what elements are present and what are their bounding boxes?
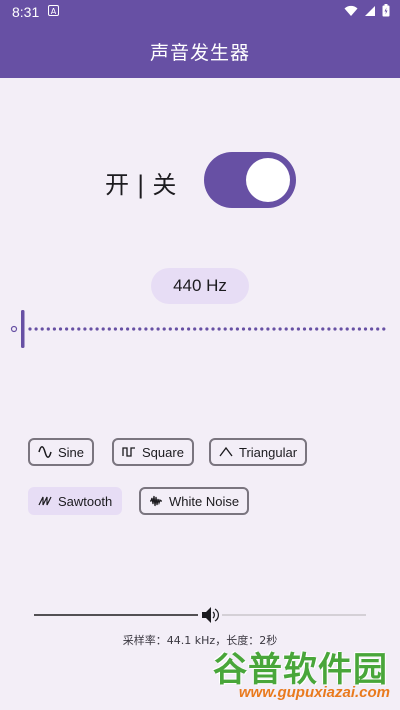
frequency-slider-tick[interactable] xyxy=(52,327,57,331)
frequency-value-chip: 440 Hz xyxy=(151,268,249,304)
sawtooth-wave-icon xyxy=(38,496,52,506)
status-time: 8:31 xyxy=(12,4,40,20)
frequency-slider-tick[interactable] xyxy=(266,327,270,331)
triangle-wave-icon xyxy=(219,446,233,457)
sample-info-text: 采样率：44.1 kHz，长度：2秒 xyxy=(122,634,278,647)
frequency-slider-tick[interactable] xyxy=(174,327,178,331)
frequency-slider-tick[interactable] xyxy=(199,327,203,331)
speaker-icon[interactable] xyxy=(202,607,219,623)
frequency-slider[interactable] xyxy=(0,308,400,350)
frequency-slider-tick[interactable] xyxy=(113,327,117,331)
waveform-triangular-button[interactable]: Triangular xyxy=(209,438,308,466)
waveform-square-button[interactable]: Square xyxy=(112,438,194,466)
frequency-slider-tick[interactable] xyxy=(309,327,313,331)
waveform-triangular-label: Triangular xyxy=(239,444,298,460)
frequency-slider-tick[interactable] xyxy=(95,327,99,331)
frequency-slider-tick[interactable] xyxy=(150,327,154,331)
frequency-slider-tick[interactable] xyxy=(382,327,386,331)
frequency-slider-tick[interactable] xyxy=(223,327,227,331)
frequency-slider-tick[interactable] xyxy=(28,327,32,331)
frequency-slider-tick[interactable] xyxy=(77,327,81,331)
frequency-slider-tick[interactable] xyxy=(83,327,87,331)
frequency-slider-tick[interactable] xyxy=(321,327,325,331)
frequency-slider-tick[interactable] xyxy=(272,327,276,331)
frequency-slider-tick[interactable] xyxy=(260,327,264,331)
frequency-slider-tick[interactable] xyxy=(235,327,239,331)
frequency-slider-tick[interactable] xyxy=(211,327,215,331)
frequency-slider-tick[interactable] xyxy=(290,327,294,331)
frequency-slider-tick[interactable] xyxy=(278,327,282,331)
frequency-slider-tick[interactable] xyxy=(248,327,252,331)
frequency-slider-tick[interactable] xyxy=(357,327,361,331)
frequency-slider-tick[interactable] xyxy=(327,327,331,331)
site-watermark-logo: 谷普软件园 www.gupuxiazai.com xyxy=(206,642,396,708)
frequency-slider-tick[interactable] xyxy=(89,327,93,331)
watermark-title: 谷普软件园 xyxy=(213,650,388,690)
frequency-slider-track[interactable] xyxy=(28,327,386,331)
status-icons xyxy=(344,4,390,17)
frequency-slider-tick[interactable] xyxy=(345,327,349,331)
frequency-slider-tick[interactable] xyxy=(144,327,148,331)
app-bar: 声音发生器 xyxy=(0,24,400,78)
frequency-slider-tick[interactable] xyxy=(254,327,258,331)
frequency-slider-tick[interactable] xyxy=(58,327,63,331)
frequency-slider-tick[interactable] xyxy=(217,327,221,331)
frequency-slider-tick[interactable] xyxy=(333,327,337,331)
frequency-slider-tick[interactable] xyxy=(34,327,38,331)
frequency-slider-tick[interactable] xyxy=(71,327,75,331)
status-bar: 8:31 A xyxy=(0,0,400,24)
power-row: 开 | 关 xyxy=(0,150,400,210)
frequency-slider-tick[interactable] xyxy=(351,327,355,331)
frequency-slider-tick[interactable] xyxy=(46,327,50,331)
notification-icon: A xyxy=(48,5,59,16)
frequency-slider-tick[interactable] xyxy=(40,327,44,331)
waveform-square-label: Square xyxy=(142,444,184,460)
waveform-white-noise-label: White Noise xyxy=(169,493,240,509)
frequency-slider-tick[interactable] xyxy=(296,327,300,331)
power-switch-thumb[interactable] xyxy=(246,158,290,202)
power-label: 开 | 关 xyxy=(105,171,177,199)
frequency-slider-tick[interactable] xyxy=(107,327,111,331)
frequency-slider-start-marker xyxy=(10,325,18,333)
frequency-slider-tick[interactable] xyxy=(241,327,246,331)
frequency-slider-tick[interactable] xyxy=(156,327,160,331)
frequency-slider-tick[interactable] xyxy=(187,327,191,331)
frequency-value: 440 Hz xyxy=(173,276,227,295)
frequency-slider-tick[interactable] xyxy=(376,327,380,331)
frequency-slider-tick[interactable] xyxy=(315,327,319,331)
signal-icon xyxy=(365,5,375,16)
frequency-slider-tick[interactable] xyxy=(302,327,307,331)
frequency-slider-handle[interactable] xyxy=(21,310,25,348)
frequency-slider-tick[interactable] xyxy=(126,327,130,331)
waveform-sawtooth-button[interactable]: Sawtooth xyxy=(28,487,123,515)
app-title: 声音发生器 xyxy=(149,41,250,64)
frequency-slider-tick[interactable] xyxy=(363,327,368,331)
frequency-slider-tick[interactable] xyxy=(119,327,124,331)
frequency-slider-tick[interactable] xyxy=(205,327,209,331)
frequency-slider-tick[interactable] xyxy=(229,327,233,331)
frequency-slider-tick[interactable] xyxy=(284,327,288,331)
frequency-slider-tick[interactable] xyxy=(132,327,136,331)
frequency-slider-tick[interactable] xyxy=(370,327,374,331)
sine-wave-icon xyxy=(38,446,52,458)
noise-wave-icon xyxy=(150,495,162,507)
frequency-slider-tick[interactable] xyxy=(168,327,172,331)
waveform-sine-label: Sine xyxy=(58,444,85,460)
frequency-slider-tick[interactable] xyxy=(180,327,185,331)
battery-icon xyxy=(382,4,390,17)
square-wave-icon xyxy=(122,447,135,457)
volume-slider[interactable] xyxy=(30,600,370,630)
waveform-sine-button[interactable]: Sine xyxy=(28,438,95,466)
waveform-sawtooth-label: Sawtooth xyxy=(58,493,113,509)
power-switch[interactable] xyxy=(204,152,296,208)
frequency-slider-tick[interactable] xyxy=(339,327,343,331)
frequency-slider-tick[interactable] xyxy=(101,327,105,331)
frequency-slider-tick[interactable] xyxy=(138,327,142,331)
wifi-icon xyxy=(344,5,358,16)
frequency-slider-tick[interactable] xyxy=(193,327,197,331)
watermark-url: www.gupuxiazai.com xyxy=(238,684,390,701)
frequency-slider-tick[interactable] xyxy=(162,327,166,331)
frequency-slider-tick[interactable] xyxy=(65,327,69,331)
waveform-white-noise-button[interactable]: White Noise xyxy=(139,487,250,515)
